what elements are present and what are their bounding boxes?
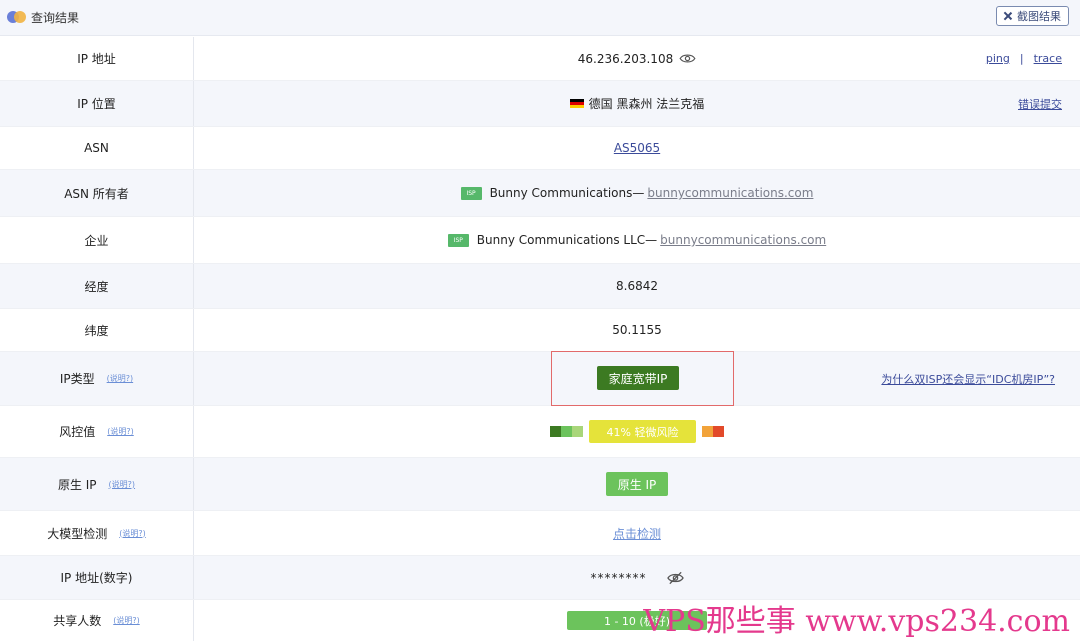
- latitude-value: 50.1155: [612, 323, 662, 337]
- row-llm-check: 大模型检测 (说明?) 点击检测: [0, 511, 1080, 556]
- label-ip-type: IP类型: [59, 372, 95, 386]
- click-detect-link[interactable]: 点击检测: [613, 525, 661, 542]
- row-company: 企业 ISP Bunny Communications LLC— bunnyco…: [0, 217, 1080, 264]
- label-ip-address: IP 地址: [77, 52, 116, 66]
- risk-segment: [702, 426, 713, 437]
- ip-type-badge: 家庭宽带IP: [597, 366, 679, 390]
- label-ip-location: IP 位置: [77, 97, 116, 111]
- label-native-ip: 原生 IP: [57, 477, 97, 492]
- label-company: 企业: [84, 233, 109, 248]
- eye-icon[interactable]: [679, 53, 696, 64]
- label-risk: 风控值: [59, 425, 96, 439]
- risk-segment: [572, 426, 583, 437]
- risk-segment: [550, 426, 561, 437]
- scissors-icon: [1003, 11, 1013, 21]
- asn-owner-name: Bunny Communications—: [489, 186, 645, 200]
- company-name: Bunny Communications LLC—: [476, 233, 658, 247]
- row-asn: ASN AS5065: [0, 127, 1080, 170]
- company-domain-link[interactable]: bunnycommunications.com: [660, 233, 826, 247]
- report-error-link[interactable]: 错误提交: [1018, 96, 1062, 112]
- row-asn-owner: ASN 所有者 ISP Bunny Communications— bunnyc…: [0, 170, 1080, 217]
- germany-flag-icon: [569, 98, 584, 109]
- risk-score-badge: 41% 轻微风险: [589, 420, 696, 443]
- row-risk: 风控值 (说明?) 41% 轻微风险: [0, 406, 1080, 458]
- label-asn: ASN: [84, 141, 109, 155]
- risk-segment: [713, 426, 724, 437]
- ip-location-value: 德国 黑森州 法兰克福: [588, 97, 705, 111]
- isp-badge: ISP: [447, 233, 469, 247]
- label-share-count: 共享人数: [53, 614, 102, 628]
- llm-check-help-link[interactable]: (说明?): [119, 528, 146, 539]
- risk-help-link[interactable]: (说明?): [107, 426, 134, 437]
- why-idc-link[interactable]: 为什么双ISP还会显示“IDC机房IP”?: [881, 371, 1055, 387]
- ping-link[interactable]: ping: [986, 52, 1010, 65]
- eye-off-icon[interactable]: [666, 571, 684, 585]
- label-latitude: 纬度: [84, 323, 109, 338]
- ip-address-value: 46.236.203.108: [577, 51, 674, 66]
- native-ip-badge: 原生 IP: [606, 472, 668, 496]
- row-latitude: 纬度 50.1155: [0, 309, 1080, 352]
- ip-numeric-masked-value: ********: [590, 570, 647, 585]
- label-ip-numeric: IP 地址(数字): [60, 571, 133, 585]
- row-ip-type: IP类型 (说明?) 家庭宽带IP 为什么双ISP还会显示“IDC机房IP”?: [0, 351, 1080, 406]
- site-watermark: VPS那些事 www.vps234.com: [643, 604, 1070, 639]
- result-header: 查询结果 截图结果: [0, 0, 1080, 36]
- row-native-ip: 原生 IP (说明?) 原生 IP: [0, 458, 1080, 511]
- label-asn-owner: ASN 所有者: [64, 186, 129, 201]
- asn-link[interactable]: AS5065: [614, 141, 660, 155]
- label-llm-check: 大模型检测: [47, 526, 108, 541]
- row-longitude: 经度 8.6842: [0, 264, 1080, 309]
- risk-segment: [561, 426, 572, 437]
- isp-badge: ISP: [460, 186, 482, 200]
- row-ip-numeric: IP 地址(数字) ********: [0, 556, 1080, 600]
- screenshot-button-label: 截图结果: [1017, 10, 1061, 23]
- asn-owner-domain-link[interactable]: bunnycommunications.com: [647, 186, 813, 200]
- page-title: 查询结果: [31, 11, 80, 25]
- risk-meter: 41% 轻微风险: [550, 420, 724, 443]
- row-ip-address: IP 地址 46.236.203.108 ping | trace: [0, 37, 1080, 81]
- logo-icon: [7, 11, 27, 23]
- row-ip-location: IP 位置 德国 黑森州 法兰克福 错误提交: [0, 81, 1080, 127]
- native-ip-help-link[interactable]: (说明?): [109, 479, 136, 490]
- link-separator: |: [1019, 52, 1024, 65]
- share-count-help-link[interactable]: (说明?): [113, 615, 140, 626]
- ip-type-help-link[interactable]: (说明?): [107, 373, 134, 384]
- screenshot-button[interactable]: 截图结果: [996, 6, 1069, 26]
- longitude-value: 8.6842: [616, 279, 658, 293]
- label-longitude: 经度: [84, 279, 109, 294]
- trace-link[interactable]: trace: [1034, 52, 1062, 65]
